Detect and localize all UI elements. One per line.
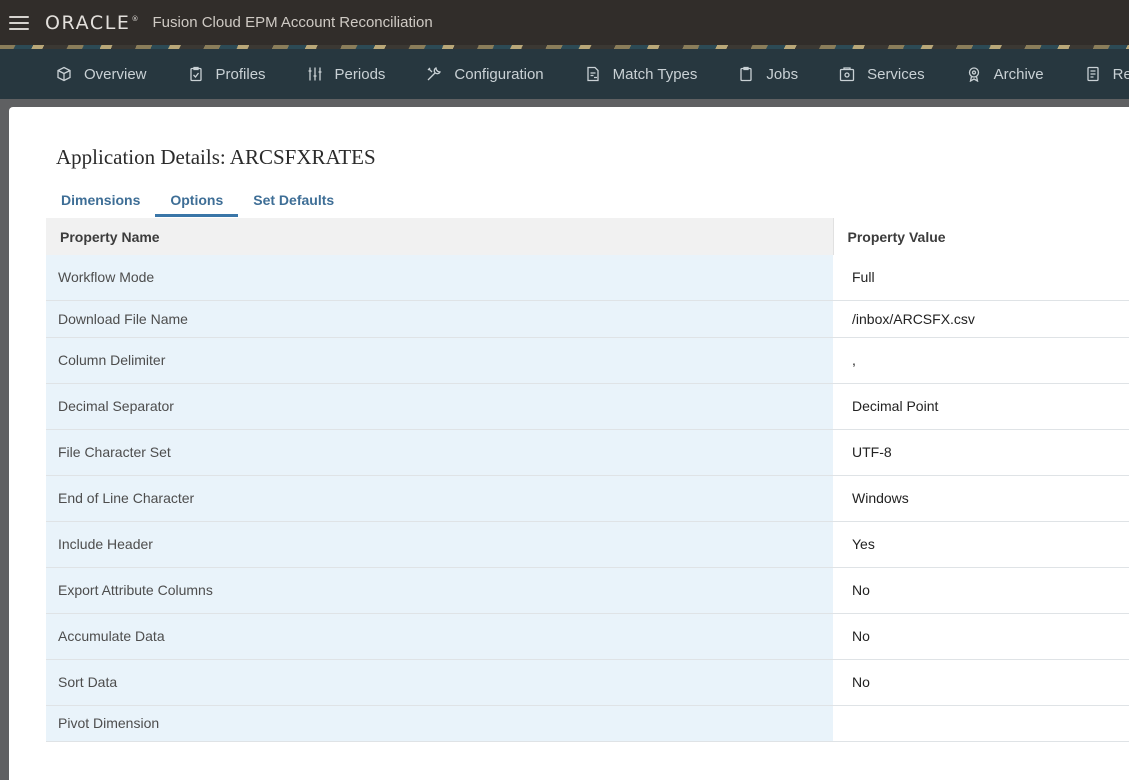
nav-item-overview[interactable]: Overview [56, 66, 147, 83]
nav-label: Overview [84, 65, 147, 83]
table-row[interactable]: Workflow Mode Full [46, 255, 1129, 301]
table-row[interactable]: File Character Set UTF-8 [46, 429, 1129, 476]
main-content: Application Details: ARCSFXRATES Dimensi… [9, 107, 1129, 780]
options-table: Property Name Property Value Workflow Mo… [46, 218, 1129, 742]
nav-item-jobs[interactable]: Jobs [738, 66, 798, 83]
top-bar: ORACLE® Fusion Cloud EPM Account Reconci… [0, 0, 1129, 45]
column-header-property-value[interactable]: Property Value [833, 218, 1129, 255]
property-name-cell: Column Delimiter [46, 337, 833, 384]
property-value-cell[interactable]: , [833, 337, 1129, 384]
nav-item-profiles[interactable]: Profiles [188, 66, 266, 83]
nav-item-reports[interactable]: Repo [1085, 66, 1129, 83]
tab-options[interactable]: Options [155, 186, 239, 217]
nav-label: Match Types [612, 65, 698, 83]
table-row[interactable]: Include Header Yes [46, 521, 1129, 568]
property-name-cell: Export Attribute Columns [46, 567, 833, 614]
property-name-cell: Workflow Mode [46, 255, 833, 301]
table-row[interactable]: Column Delimiter , [46, 337, 1129, 384]
hamburger-menu-icon[interactable] [9, 15, 29, 30]
nav-item-match-types[interactable]: Match Types [585, 65, 698, 83]
property-name-cell: Accumulate Data [46, 613, 833, 660]
table-header-row: Property Name Property Value [46, 218, 1129, 255]
clipboard-icon [740, 66, 753, 82]
document-link-icon [586, 66, 599, 82]
nav-label: Profiles [215, 65, 266, 83]
table-row[interactable]: Download File Name /inbox/ARCSFX.csv [46, 300, 1129, 338]
cube-icon [57, 66, 71, 82]
property-value-cell[interactable]: Windows [833, 475, 1129, 522]
nav-item-services[interactable]: Services [839, 66, 925, 83]
tab-dimensions[interactable]: Dimensions [46, 186, 155, 217]
nav-label: Archive [993, 65, 1044, 83]
nav-label: Services [867, 65, 925, 83]
property-value-cell[interactable]: Decimal Point [833, 383, 1129, 430]
table-row[interactable]: Accumulate Data No [46, 613, 1129, 660]
property-value-cell[interactable] [833, 705, 1129, 742]
property-value-cell[interactable]: No [833, 613, 1129, 660]
tools-icon [427, 67, 442, 81]
property-value-cell[interactable]: UTF-8 [833, 429, 1129, 476]
brand-text: ORACLE [45, 11, 131, 34]
main-navigation: Overview Profiles Periods Configuration … [0, 49, 1129, 99]
table-row[interactable]: Sort Data No [46, 659, 1129, 706]
sliders-icon [308, 67, 322, 81]
property-value-cell[interactable]: Full [833, 255, 1129, 301]
tab-bar: Dimensions Options Set Defaults [46, 186, 349, 217]
property-value-cell[interactable]: Yes [833, 521, 1129, 568]
app-title: Fusion Cloud EPM Account Reconciliation [152, 14, 433, 31]
property-name-cell: File Character Set [46, 429, 833, 476]
page-title: Application Details: ARCSFXRATES [56, 145, 376, 169]
property-name-cell: Download File Name [46, 300, 833, 338]
table-row[interactable]: Pivot Dimension [46, 705, 1129, 742]
nav-label: Jobs [766, 65, 799, 83]
nav-label: Periods [334, 65, 386, 83]
property-value-cell[interactable]: No [833, 659, 1129, 706]
nav-item-configuration[interactable]: Configuration [426, 65, 544, 83]
oracle-logo: ORACLE® [45, 11, 139, 34]
nav-label: Repo [1112, 65, 1129, 83]
clipboard-check-icon [189, 66, 202, 82]
badge-icon [968, 67, 979, 82]
nav-label: Configuration [454, 65, 544, 83]
property-value-cell[interactable]: /inbox/ARCSFX.csv [833, 300, 1129, 338]
property-name-cell: Pivot Dimension [46, 705, 833, 742]
report-icon [1087, 66, 1099, 82]
nav-item-archive[interactable]: Archive [966, 66, 1044, 83]
property-name-cell: End of Line Character [46, 475, 833, 522]
table-row[interactable]: End of Line Character Windows [46, 475, 1129, 522]
property-name-cell: Decimal Separator [46, 383, 833, 430]
property-name-cell: Sort Data [46, 659, 833, 706]
property-value-cell[interactable]: No [833, 567, 1129, 614]
nav-item-periods[interactable]: Periods [307, 65, 386, 83]
table-row[interactable]: Decimal Separator Decimal Point [46, 383, 1129, 430]
property-name-cell: Include Header [46, 521, 833, 568]
tab-set-defaults[interactable]: Set Defaults [238, 186, 349, 217]
gear-box-icon [839, 67, 855, 82]
column-header-property-name[interactable]: Property Name [46, 218, 834, 255]
table-row[interactable]: Export Attribute Columns No [46, 567, 1129, 614]
